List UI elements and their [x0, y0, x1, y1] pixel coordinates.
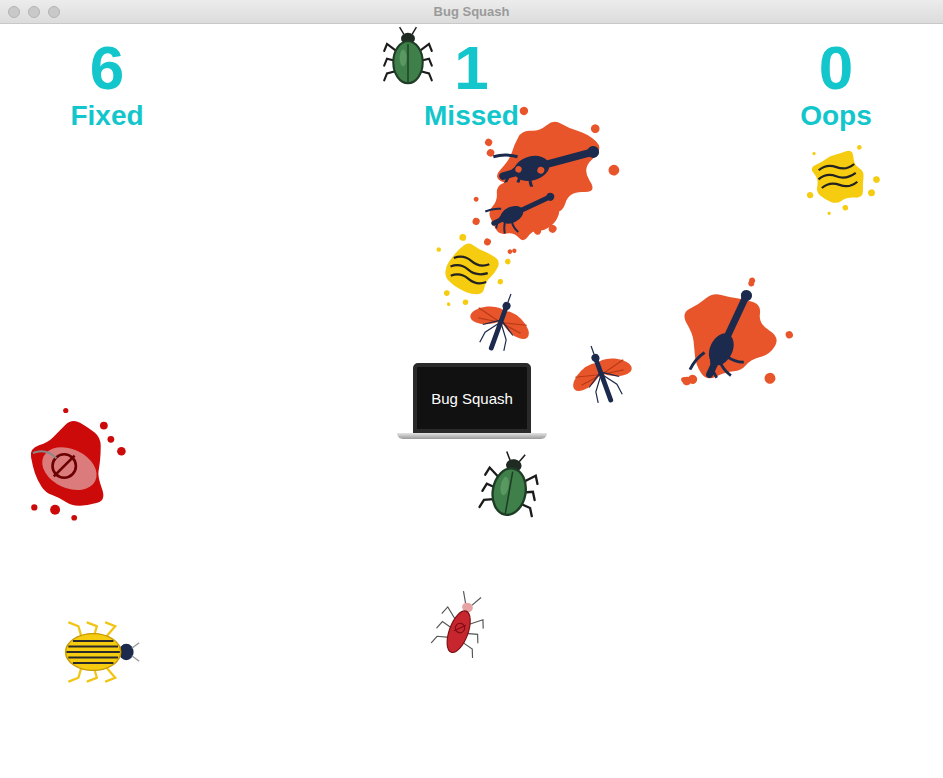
green-beetle-icon	[373, 24, 443, 93]
yellow-beetle-splat	[793, 131, 883, 221]
mosquito-icon	[460, 284, 540, 364]
window-controls	[0, 6, 60, 18]
mosquito-icon	[472, 160, 572, 260]
laptop-base	[397, 433, 547, 439]
mosquito[interactable]	[562, 336, 642, 416]
scoreboard: 6Fixed 1Missed 0Oops	[0, 24, 943, 132]
score: 1Missed	[407, 36, 537, 132]
mosquito-icon	[658, 265, 798, 405]
mosquito-icon	[562, 336, 642, 416]
laptop-screen: Bug Squash	[413, 363, 531, 433]
score-label: Oops	[800, 100, 872, 132]
red-bug-icon	[421, 589, 499, 667]
red-bug[interactable]	[421, 589, 499, 667]
score: 6Fixed	[42, 36, 172, 132]
score-label: Missed	[424, 100, 519, 132]
yellow-beetle-icon	[793, 131, 883, 221]
red-bug-splat	[7, 401, 137, 531]
score-value: 0	[819, 36, 853, 100]
score-value: 6	[90, 36, 124, 100]
window-title: Bug Squash	[0, 4, 943, 19]
score: 0Oops	[771, 36, 901, 132]
green-beetle[interactable]	[471, 448, 549, 526]
yellow-beetle-icon	[49, 606, 141, 698]
green-beetle-icon	[471, 448, 549, 526]
green-beetle[interactable]	[373, 24, 443, 93]
yellow-beetle[interactable]	[49, 606, 141, 698]
laptop-label: Bug Squash	[431, 390, 513, 407]
yellow-beetle-icon	[425, 225, 515, 315]
mosquito-splat	[658, 265, 798, 405]
yellow-beetle-splat	[425, 225, 515, 315]
title-bar: Bug Squash	[0, 0, 943, 24]
laptop: Bug Squash	[397, 363, 547, 439]
score-label: Fixed	[70, 100, 143, 132]
red-bug-icon	[7, 401, 137, 531]
minimize-button[interactable]	[28, 6, 40, 18]
score-value: 1	[454, 36, 488, 100]
mosquito-splat	[472, 160, 572, 260]
zoom-button[interactable]	[48, 6, 60, 18]
close-button[interactable]	[8, 6, 20, 18]
mosquito[interactable]	[460, 284, 540, 364]
game-canvas[interactable]: 6Fixed 1Missed 0Oops Bug Squash	[0, 24, 943, 778]
